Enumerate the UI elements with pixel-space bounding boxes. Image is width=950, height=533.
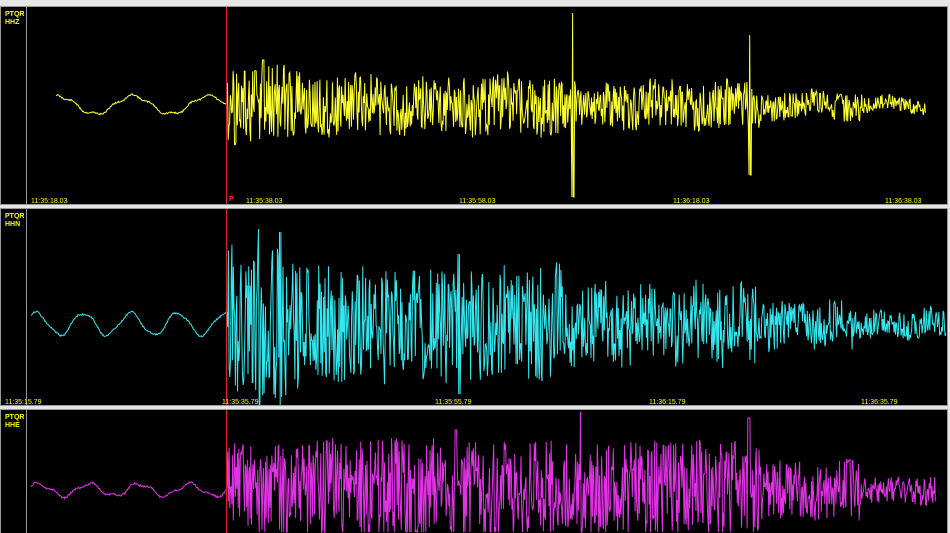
seismogram-panel-hhz[interactable]: PTQR HHZ P 11:35:18.03 11:35:38.03 11:35…	[0, 6, 948, 205]
p-pick-marker: P	[229, 196, 234, 203]
waveform-path	[30, 228, 947, 405]
waveform-path	[55, 12, 926, 198]
waveform-trace-hhe	[30, 411, 936, 533]
waveform-trace-hhz	[55, 12, 926, 198]
time-tick-label: 11:35:35.79	[222, 399, 259, 406]
time-tick-label: 11:35:15.79	[5, 399, 42, 406]
seismogram-panel-hhe[interactable]: PTQR HHE	[0, 409, 948, 533]
p-pick-line[interactable]	[226, 7, 227, 204]
waveform-path	[30, 411, 936, 533]
seismogram-panel-hhn[interactable]: PTQR HHN 11:35:15.79 11:35:35.79 11:35:5…	[0, 208, 948, 406]
time-tick-label: 11:35:18.03	[31, 198, 68, 205]
time-tick-label: 11:36:38.03	[885, 198, 922, 205]
time-tick-label: 11:35:38.03	[246, 198, 283, 205]
time-tick-label: 11:35:55.79	[435, 399, 472, 406]
p-pick-line[interactable]	[226, 410, 227, 533]
time-tick-label: 11:36:15.79	[649, 399, 686, 406]
waveform-trace-hhn	[30, 228, 947, 405]
time-tick-label: 11:35:58.03	[459, 198, 496, 205]
time-tick-label: 11:36:35.79	[861, 399, 898, 406]
time-tick-label: 11:36:18.03	[673, 198, 710, 205]
p-pick-line[interactable]	[226, 209, 227, 405]
